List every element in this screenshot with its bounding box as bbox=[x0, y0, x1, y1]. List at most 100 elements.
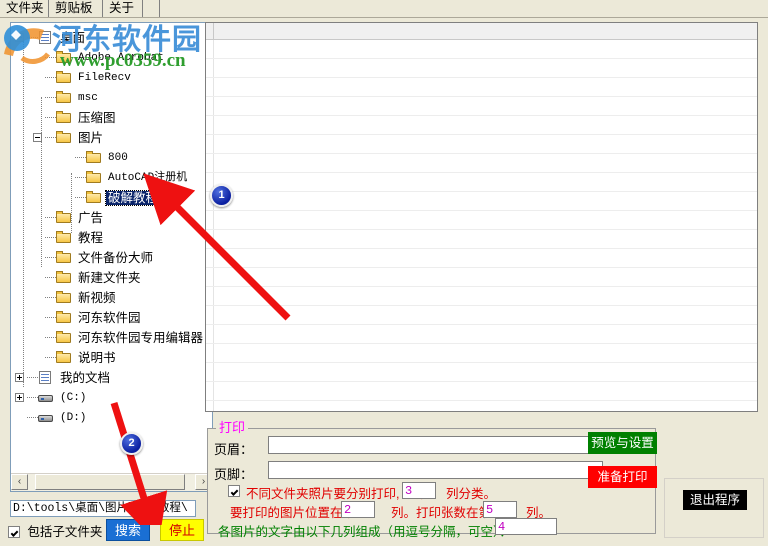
scroll-left-arrow-icon[interactable]: ‹ bbox=[11, 474, 28, 490]
table-row[interactable] bbox=[206, 154, 757, 173]
scroll-right-glyph: › bbox=[201, 476, 206, 487]
tree-node[interactable]: 我的文档 bbox=[15, 367, 112, 387]
tree-connector bbox=[45, 336, 56, 339]
tree-node[interactable]: 教程 bbox=[33, 227, 105, 247]
table-row[interactable] bbox=[206, 401, 757, 411]
tree-node[interactable]: 河东软件园 bbox=[33, 307, 143, 327]
separate-print-text-a: 不同文件夹照片要分别打印, 以第 bbox=[246, 487, 428, 501]
tree-node-label: 河东软件园 bbox=[78, 310, 141, 325]
table-row[interactable] bbox=[206, 116, 757, 135]
stop-button[interactable]: 停止 bbox=[160, 519, 204, 541]
table-row[interactable] bbox=[206, 97, 757, 116]
tree-node[interactable]: 广告 bbox=[33, 207, 105, 227]
tree-node[interactable]: 图片 bbox=[33, 127, 105, 147]
image-position-text-a: 要打印的图片位置在第 bbox=[230, 506, 356, 520]
search-button[interactable]: 搜索 bbox=[106, 519, 150, 541]
tree-node[interactable]: 桌面 bbox=[15, 27, 87, 47]
table-row[interactable] bbox=[206, 306, 757, 325]
doc-icon bbox=[38, 371, 54, 385]
table-row[interactable] bbox=[206, 59, 757, 78]
tree-node-label: (D:) bbox=[60, 411, 87, 424]
table-row[interactable] bbox=[206, 344, 757, 363]
tree-connector bbox=[75, 156, 86, 159]
tree-node[interactable]: Adobe Acrobat bbox=[33, 47, 166, 67]
header-input[interactable] bbox=[268, 436, 603, 454]
table-row[interactable] bbox=[206, 287, 757, 306]
path-input[interactable]: D:\tools\桌面\图片\破解教程\ bbox=[10, 500, 196, 517]
folder-icon bbox=[56, 291, 72, 304]
tab-folders[interactable]: 文件夹 bbox=[0, 0, 49, 18]
table-row[interactable] bbox=[206, 363, 757, 382]
tab-clipboard[interactable]: 剪贴板 bbox=[49, 0, 103, 18]
tree-node[interactable]: (D:) bbox=[15, 407, 88, 427]
tree-node[interactable]: FileRecv bbox=[33, 67, 133, 87]
include-subfolders-checkbox[interactable] bbox=[8, 525, 20, 538]
tree-node-label: 800 bbox=[108, 151, 128, 164]
table-row[interactable] bbox=[206, 268, 757, 287]
separate-print-checkbox[interactable] bbox=[228, 485, 240, 497]
tree-node-label: AutoCAD注册机 bbox=[108, 171, 188, 184]
tree-node[interactable]: 新视频 bbox=[33, 287, 118, 307]
tree-node-label: 新建文件夹 bbox=[78, 270, 141, 285]
preview-settings-button[interactable]: 预览与设置 bbox=[588, 432, 657, 454]
folder-icon bbox=[56, 211, 72, 224]
tree-node[interactable]: 800 bbox=[63, 147, 130, 167]
include-subfolders-row[interactable]: 包括子文件夹 bbox=[8, 521, 102, 541]
print-group-title: 打印 bbox=[216, 421, 249, 435]
tree-node-label: (C:) bbox=[60, 391, 87, 404]
folder-icon bbox=[56, 271, 72, 284]
tree-connector bbox=[45, 96, 56, 99]
tree-guide-line bbox=[71, 173, 72, 233]
tree-node[interactable]: 破解教程 bbox=[63, 187, 162, 207]
tree-node-label: 河东软件园专用编辑器 bbox=[78, 330, 204, 345]
table-row[interactable] bbox=[206, 40, 757, 59]
folder-tree-panel[interactable]: 桌面 Adobe Acrobat FileRecv msc 压缩图图片 800 AutoCA… bbox=[10, 22, 213, 492]
tab-bar: 文件夹 剪贴板 关于 bbox=[0, 0, 768, 18]
folder-icon bbox=[56, 91, 72, 104]
table-row[interactable] bbox=[206, 211, 757, 230]
tree-connector bbox=[45, 236, 56, 239]
exit-program-button[interactable]: 退出程序 bbox=[683, 490, 747, 510]
tree-horizontal-scrollbar[interactable]: ‹ › bbox=[11, 473, 212, 491]
image-position-column-input[interactable]: 2 bbox=[341, 501, 375, 518]
tree-guide-line bbox=[23, 37, 24, 387]
scroll-left-glyph: ‹ bbox=[17, 476, 22, 487]
tree-connector bbox=[45, 316, 56, 319]
tree-node[interactable]: 新建文件夹 bbox=[33, 267, 143, 287]
tree-node[interactable]: 河东软件园专用编辑器 bbox=[33, 327, 205, 347]
tab-about[interactable]: 关于 bbox=[103, 0, 143, 18]
table-row[interactable] bbox=[206, 192, 757, 211]
tree-node-label: msc bbox=[78, 91, 98, 104]
caption-columns-input[interactable]: 4 bbox=[495, 518, 557, 535]
file-list-grid[interactable] bbox=[205, 22, 758, 412]
table-row[interactable] bbox=[206, 382, 757, 401]
tree-node[interactable]: msc bbox=[33, 87, 100, 107]
tree-connector bbox=[27, 396, 38, 399]
tree-node[interactable]: 文件备份大师 bbox=[33, 247, 155, 267]
table-row[interactable] bbox=[206, 230, 757, 249]
table-row[interactable] bbox=[206, 173, 757, 192]
expand-plus-icon[interactable] bbox=[15, 393, 24, 403]
app-window: 文件夹 剪贴板 关于 桌面 Adobe Acrobat FileRecv msc 压缩图… bbox=[0, 0, 768, 546]
tree-node[interactable]: 压缩图 bbox=[33, 107, 118, 127]
tree-node-label: 文件备份大师 bbox=[78, 250, 154, 265]
copies-column-input[interactable]: 5 bbox=[483, 501, 517, 518]
tree-node-label: 图片 bbox=[78, 130, 104, 145]
scroll-thumb[interactable] bbox=[35, 474, 185, 490]
table-row[interactable] bbox=[206, 135, 757, 154]
footer-input[interactable] bbox=[268, 461, 603, 479]
grid-header-row[interactable] bbox=[206, 23, 757, 40]
folder-icon bbox=[56, 311, 72, 324]
separate-print-text-b: 列分类。 bbox=[446, 487, 497, 501]
prepare-print-button[interactable]: 准备打印 bbox=[588, 466, 657, 488]
tree-guide-line bbox=[41, 97, 42, 267]
grid-corner-cell[interactable] bbox=[206, 23, 214, 39]
table-row[interactable] bbox=[206, 78, 757, 97]
tree-node[interactable]: (C:) bbox=[15, 387, 88, 407]
tree-node[interactable]: AutoCAD注册机 bbox=[63, 167, 189, 187]
table-row[interactable] bbox=[206, 249, 757, 268]
separate-print-column-input[interactable]: 3 bbox=[402, 482, 436, 499]
caption-columns-label: 各图片的文字由以下几列组成（用逗号分隔，可空）： bbox=[218, 525, 512, 539]
tree-node[interactable]: 说明书 bbox=[33, 347, 118, 367]
table-row[interactable] bbox=[206, 325, 757, 344]
